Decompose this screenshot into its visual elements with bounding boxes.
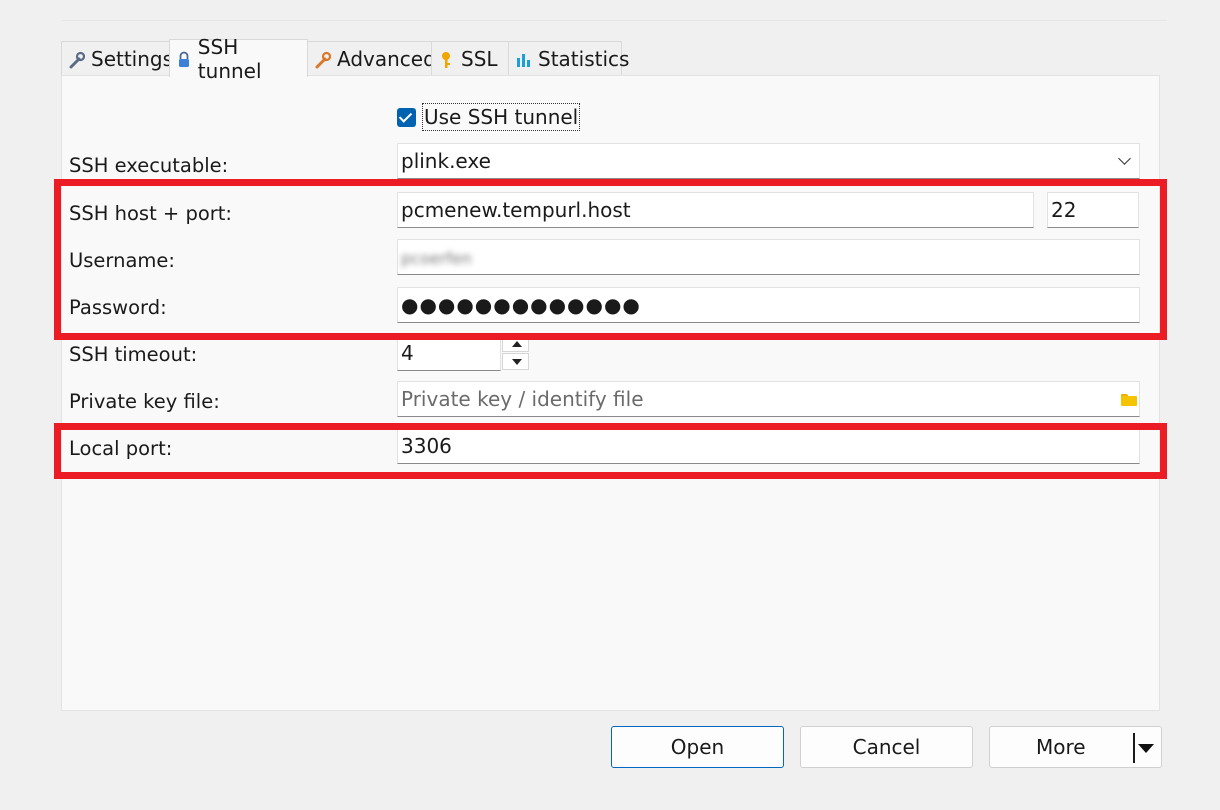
ssh-executable-select[interactable]: plink.exe bbox=[397, 143, 1140, 179]
open-button-label: Open bbox=[670, 735, 725, 759]
open-button[interactable]: Open bbox=[611, 726, 784, 768]
wrench-icon bbox=[69, 50, 86, 68]
ssh-timeout-stepper[interactable] bbox=[502, 335, 530, 371]
more-button[interactable]: More bbox=[989, 726, 1162, 768]
bar-chart-icon bbox=[516, 50, 532, 68]
dropdown-arrow-icon[interactable] bbox=[1138, 744, 1154, 753]
use-ssh-tunnel-label[interactable]: Use SSH tunnel bbox=[422, 103, 581, 131]
top-divider bbox=[62, 20, 1167, 21]
private-key-label: Private key file: bbox=[69, 390, 220, 413]
wrench-orange-icon bbox=[315, 50, 332, 68]
ssh-timeout-label: SSH timeout: bbox=[69, 343, 198, 366]
folder-icon[interactable] bbox=[1121, 394, 1137, 406]
highlight-credentials-box bbox=[54, 179, 1167, 340]
tab-ssl-label: SSL bbox=[461, 46, 498, 71]
tab-statistics-label: Statistics bbox=[538, 46, 630, 71]
ssh-executable-label: SSH executable: bbox=[69, 154, 229, 177]
stepper-down-button[interactable] bbox=[502, 353, 529, 370]
lock-icon bbox=[177, 50, 192, 68]
key-icon bbox=[439, 50, 455, 68]
chevron-down-icon[interactable] bbox=[1118, 152, 1131, 165]
tab-settings-label: Settings bbox=[91, 46, 174, 71]
cancel-button-label: Cancel bbox=[852, 735, 921, 759]
private-key-input[interactable]: Private key / identify file bbox=[397, 381, 1140, 417]
cancel-button[interactable]: Cancel bbox=[800, 726, 973, 768]
tab-ssl[interactable]: SSL bbox=[431, 41, 509, 75]
private-key-placeholder: Private key / identify file bbox=[401, 387, 644, 411]
tab-ssh-tunnel-label: SSH tunnel bbox=[197, 34, 262, 83]
highlight-local-port-box bbox=[54, 423, 1167, 479]
more-divider bbox=[1133, 733, 1135, 763]
use-ssh-tunnel-checkbox[interactable] bbox=[397, 107, 416, 127]
tab-advanced[interactable]: Advanced bbox=[307, 41, 436, 75]
use-ssh-tunnel-option[interactable]: Use SSH tunnel bbox=[397, 103, 581, 131]
ssh-timeout-input[interactable]: 4 bbox=[397, 335, 501, 371]
ssh-timeout-value: 4 bbox=[401, 341, 414, 365]
tab-statistics[interactable]: Statistics bbox=[508, 41, 629, 75]
tab-ssh-tunnel[interactable]: SSH tunnel bbox=[169, 35, 308, 83]
tab-advanced-label: Advanced bbox=[337, 46, 436, 71]
more-button-label: More bbox=[1036, 735, 1086, 759]
tab-settings[interactable]: Settings bbox=[61, 41, 174, 75]
ssh-executable-value: plink.exe bbox=[401, 149, 491, 173]
